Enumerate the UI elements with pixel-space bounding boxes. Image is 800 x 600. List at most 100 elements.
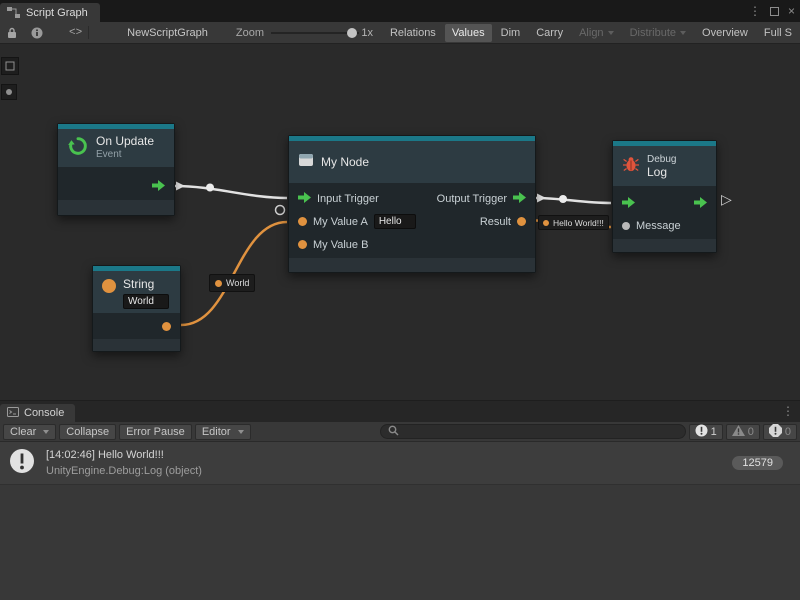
carry-button[interactable]: Carry: [529, 24, 570, 42]
node-footer: [613, 239, 716, 252]
value-dot-icon: [543, 220, 549, 226]
node-header[interactable]: String: [93, 271, 180, 313]
console-tab-bar: Console ⋮: [0, 401, 800, 422]
zoom-value: 1x: [361, 27, 373, 39]
port-label: Output Trigger: [437, 193, 507, 205]
maximize-icon[interactable]: [770, 7, 779, 16]
search-input[interactable]: [403, 426, 678, 438]
flow-output-port-icon[interactable]: [513, 192, 526, 206]
more-menu-icon[interactable]: ⋮: [749, 4, 761, 18]
port-label: My Value B: [313, 239, 368, 251]
log-repeat-count: 12579: [732, 456, 783, 470]
graph-toolbar: <> NewScriptGraph Zoom 1x Relations Valu…: [0, 22, 800, 44]
zoom-slider-track[interactable]: [271, 32, 359, 34]
node-header[interactable]: Debug Log: [613, 146, 716, 186]
flow-pulse-dot: [206, 184, 214, 192]
wire-value-badge: World: [209, 274, 255, 292]
zoom-slider-handle[interactable]: [347, 28, 357, 38]
node-footer: [58, 200, 174, 215]
editor-dropdown[interactable]: Editor: [195, 424, 251, 440]
value-port-icon[interactable]: [517, 217, 526, 226]
warning-badge-icon: [732, 425, 745, 439]
flow-input-port-icon[interactable]: [622, 197, 635, 211]
close-icon[interactable]: ×: [788, 4, 795, 18]
my-value-a-field[interactable]: [374, 214, 416, 229]
dropdown-caret-icon: [680, 31, 686, 35]
window-controls: ⋮ ×: [749, 0, 795, 22]
relations-button[interactable]: Relations: [383, 24, 443, 42]
port-label: Message: [636, 220, 681, 232]
unconnected-port-icon[interactable]: [276, 206, 285, 215]
on-update-icon: [67, 135, 89, 162]
wire-arrow-icon: [537, 194, 546, 203]
node-header[interactable]: My Node: [289, 141, 535, 183]
blackboard-toggle[interactable]: [1, 84, 17, 100]
collapse-toggle[interactable]: Collapse: [59, 424, 116, 440]
tab-title: Script Graph: [26, 7, 88, 19]
bug-icon: [622, 156, 640, 177]
log-info-icon: [9, 448, 35, 479]
align-button[interactable]: Align: [572, 24, 620, 42]
string-value-field[interactable]: [123, 294, 169, 309]
port-label: Input Trigger: [317, 193, 379, 205]
node-header[interactable]: On Update Event: [58, 129, 174, 167]
dropdown-caret-icon: [608, 31, 614, 35]
console-detail-pane: [0, 485, 800, 600]
string-icon: [102, 279, 116, 293]
node-subtitle: Log: [647, 166, 676, 179]
zoom-slider[interactable]: [271, 27, 356, 39]
dim-button[interactable]: Dim: [494, 24, 528, 42]
node-debug-log[interactable]: Debug Log Message: [612, 140, 717, 253]
clear-button[interactable]: Clear: [3, 424, 56, 440]
value-port-icon[interactable]: [298, 217, 307, 226]
my-node-icon: [298, 153, 314, 172]
tab-script-graph[interactable]: Script Graph: [0, 3, 100, 22]
distribute-button[interactable]: Distribute: [623, 24, 693, 42]
toolbar-separator: [88, 26, 89, 39]
console-search[interactable]: [380, 424, 686, 439]
overview-button[interactable]: Overview: [695, 24, 755, 42]
value-dot-icon: [215, 280, 222, 287]
node-my-node[interactable]: My Node Input Trigger Output Trigger My …: [288, 135, 536, 273]
wire-arrow-icon: [176, 182, 185, 191]
log-entry-row[interactable]: [14:02:46] Hello World!!! UnityEngine.De…: [0, 442, 800, 485]
wire-value-badge: Hello World!!!: [538, 215, 609, 230]
node-title: On Update: [96, 135, 154, 148]
error-pause-toggle[interactable]: Error Pause: [119, 424, 192, 440]
wire-on-update-to-my-node[interactable]: [175, 186, 287, 198]
warning-count-toggle[interactable]: 0: [726, 424, 760, 440]
tab-console[interactable]: Console: [0, 404, 75, 422]
lock-icon[interactable]: [7, 27, 17, 39]
node-on-update[interactable]: On Update Event: [57, 123, 175, 216]
error-badge-icon: [769, 424, 782, 440]
port-label: Result: [480, 216, 511, 228]
value-port-icon[interactable]: [622, 222, 630, 230]
values-button[interactable]: Values: [445, 24, 492, 42]
value-port-icon[interactable]: [162, 322, 171, 331]
code-icon[interactable]: <>: [69, 27, 82, 39]
console-toolbar: Clear Collapse Error Pause Editor 1 0: [0, 422, 800, 442]
window-tab-bar: Script Graph ⋮ ×: [0, 0, 800, 22]
flow-input-port-icon[interactable]: [298, 192, 311, 206]
graph-canvas[interactable]: On Update Event My Node Input: [0, 44, 800, 400]
error-count-toggle[interactable]: 0: [763, 424, 797, 440]
fullscreen-button[interactable]: Full S: [757, 24, 799, 42]
wire-my-node-to-debug[interactable]: [536, 198, 611, 203]
info-count-toggle[interactable]: 1: [689, 424, 723, 440]
play-indicator-icon: ▷: [721, 192, 732, 206]
inspector-toggle[interactable]: [1, 57, 19, 75]
search-icon: [388, 425, 399, 439]
node-footer: [93, 339, 180, 351]
node-string[interactable]: String: [92, 265, 181, 352]
flow-output-port-icon[interactable]: [152, 180, 165, 194]
flow-pulse-dot: [559, 195, 567, 203]
log-message: [14:02:46] Hello World!!!: [46, 447, 202, 463]
info-icon[interactable]: [31, 27, 43, 39]
more-menu-icon[interactable]: ⋮: [782, 404, 794, 418]
node-footer: [289, 258, 535, 272]
value-port-icon[interactable]: [298, 240, 307, 249]
node-title: String: [123, 277, 169, 291]
flow-output-port-icon[interactable]: [694, 197, 707, 211]
node-title: My Node: [321, 155, 369, 169]
log-stacktrace: UnityEngine.Debug:Log (object): [46, 463, 202, 479]
